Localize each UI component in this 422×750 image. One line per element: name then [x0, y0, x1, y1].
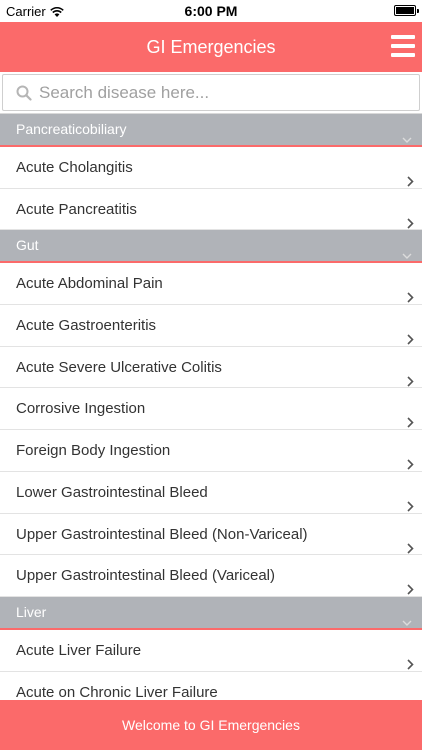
battery-icon: [394, 5, 419, 16]
chevron-right-icon: [406, 487, 414, 512]
disease-list: Pancreaticobiliary Acute Cholangitis Acute…: [0, 114, 422, 714]
search-icon: [16, 85, 32, 101]
chevron-right-icon: [406, 204, 414, 229]
list-item-label: Acute Cholangitis: [16, 159, 133, 176]
list-item-label: Acute Pancreatitis: [16, 200, 137, 218]
chevron-right-icon: [406, 687, 414, 712]
list-item-label: Upper Gastrointestinal Bleed (Variceal): [16, 567, 276, 585]
list-item-label: Lower Gastrointestinal Bleed: [16, 483, 208, 501]
list-item-label: Acute Severe Ulcerative Colitis: [16, 358, 222, 376]
footer-text: Welcome to GI Emergencies: [122, 717, 300, 733]
hamburger-menu-icon[interactable]: [391, 35, 415, 57]
chevron-right-icon: [406, 445, 414, 470]
list-item[interactable]: Foreign Body Ingestion: [0, 430, 422, 472]
list-item-label: Acute Liver Failure: [16, 641, 142, 659]
list-item[interactable]: Acute Pancreatitis: [0, 189, 422, 231]
section-title: Gut: [16, 237, 39, 254]
list-item[interactable]: Upper Gastrointestinal Bleed (Non-Varice…: [0, 514, 422, 556]
header-bar: GI Emergencies: [0, 22, 422, 72]
chevron-right-icon: [406, 529, 414, 554]
list-item[interactable]: Upper Gastrointestinal Bleed (Variceal): [0, 555, 422, 597]
status-bar: Carrier 6:00 PM: [0, 0, 422, 22]
list-item[interactable]: Corrosive Ingestion: [0, 388, 422, 431]
section-header[interactable]: Pancreaticobiliary: [0, 114, 422, 147]
search-input[interactable]: [39, 82, 379, 103]
section-title: Liver: [16, 603, 47, 620]
page-title: GI Emergencies: [146, 37, 276, 57]
search-bar: [0, 72, 422, 114]
section-header[interactable]: Gut: [0, 230, 422, 264]
list-item-label: Upper Gastrointestinal Bleed (Non-Varice…: [16, 525, 308, 543]
chevron-right-icon: [406, 403, 414, 429]
chevron-right-icon: [406, 645, 414, 670]
list-item[interactable]: Lower Gastrointestinal Bleed: [0, 472, 422, 514]
list-item[interactable]: Acute Severe Ulcerative Colitis: [0, 347, 422, 389]
list-item-label: Acute Abdominal Pain: [16, 275, 163, 293]
chevron-right-icon: [406, 278, 414, 303]
chevron-right-icon: [406, 162, 414, 187]
list-item-label: Acute on Chronic Liver Failure: [16, 683, 218, 701]
list-item-label: Foreign Body Ingestion: [16, 442, 171, 460]
chevron-right-icon: [406, 320, 414, 345]
chevron-down-icon: [402, 124, 412, 143]
list-item[interactable]: Acute Abdominal Pain: [0, 263, 422, 306]
chevron-right-icon: [406, 570, 414, 595]
list-item[interactable]: Acute Gastroenteritis: [0, 305, 422, 347]
section-title: Pancreaticobiliary: [16, 121, 127, 137]
footer-bar[interactable]: Welcome to GI Emergencies: [0, 700, 422, 750]
list-item-label: Acute Gastroenteritis: [16, 317, 157, 335]
search-box: [2, 74, 420, 111]
status-time: 6:00 PM: [184, 3, 238, 19]
list-item-label: Corrosive Ingestion: [16, 400, 146, 418]
chevron-down-icon: [402, 240, 412, 260]
list-item[interactable]: Acute Cholangitis: [0, 147, 422, 189]
section-header[interactable]: Liver: [0, 596, 422, 630]
list-item[interactable]: Acute Liver Failure: [0, 630, 422, 672]
chevron-down-icon: [402, 607, 412, 626]
chevron-right-icon: [406, 362, 414, 387]
